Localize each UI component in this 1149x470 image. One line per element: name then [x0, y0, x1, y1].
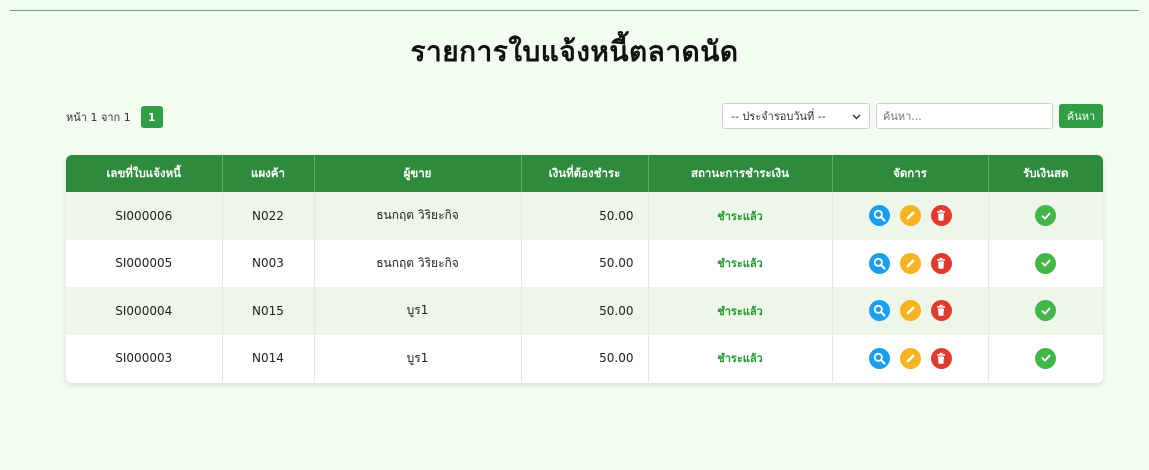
- manage-actions: [832, 192, 989, 240]
- check-icon[interactable]: [1035, 205, 1057, 227]
- chevron-down-icon: [852, 110, 861, 123]
- payment-status: ชำระแล้ว: [648, 239, 833, 287]
- trash-icon[interactable]: [930, 300, 952, 322]
- page-title: รายการใบแจ้งหนี้ตลาดนัด: [410, 35, 739, 68]
- header-invoice-no: เลขที่ใบแจ้งหนี้: [66, 155, 223, 192]
- stall: N014: [222, 334, 315, 382]
- table-header-row: เลขที่ใบแจ้งหนี้ แผงค้า ผู้ขาย เงินที่ต้…: [66, 155, 1103, 192]
- header-payment-status: สถานะการชำระเงิน: [648, 155, 833, 192]
- table-row: SI000003 N014 บูร1 50.00 ชำระแล้ว: [66, 334, 1103, 383]
- invoice-table: เลขที่ใบแจ้งหนี้ แผงค้า ผู้ขาย เงินที่ต้…: [66, 155, 1103, 383]
- check-icon[interactable]: [1035, 347, 1057, 369]
- stall: N015: [222, 287, 315, 335]
- payment-status: ชำระแล้ว: [648, 192, 833, 240]
- amount: 50.00: [521, 239, 649, 287]
- cash-action: [988, 192, 1103, 240]
- date-round-select-value: -- ประจำรอบวันที่ --: [731, 110, 826, 123]
- amount: 50.00: [521, 192, 649, 240]
- stall: N022: [222, 192, 315, 240]
- search-icon[interactable]: [868, 205, 890, 227]
- date-round-select[interactable]: -- ประจำรอบวันที่ --: [722, 103, 870, 129]
- pencil-icon[interactable]: [899, 300, 921, 322]
- search-icon[interactable]: [868, 347, 890, 369]
- pencil-icon[interactable]: [899, 205, 921, 227]
- manage-actions: [832, 287, 989, 335]
- amount: 50.00: [521, 334, 649, 382]
- pagination-text: หน้า 1 จาก 1: [66, 111, 131, 124]
- cash-action: [988, 287, 1103, 335]
- payment-status: ชำระแล้ว: [648, 334, 833, 382]
- seller: ธนกฤต วิริยะกิจ: [314, 192, 522, 240]
- table-row: SI000006 N022 ธนกฤต วิริยะกิจ 50.00 ชำระ…: [66, 192, 1103, 240]
- header-amount: เงินที่ต้องชำระ: [521, 155, 649, 192]
- manage-actions: [832, 239, 989, 287]
- trash-icon[interactable]: [930, 252, 952, 274]
- check-icon[interactable]: [1035, 252, 1057, 274]
- cash-action: [988, 335, 1103, 383]
- stall: N003: [222, 239, 315, 287]
- pencil-icon[interactable]: [899, 347, 921, 369]
- top-divider: [10, 10, 1139, 11]
- header-seller: ผู้ขาย: [314, 155, 522, 192]
- table-row: SI000004 N015 บูร1 50.00 ชำระแล้ว: [66, 287, 1103, 335]
- seller: บูร1: [314, 334, 522, 382]
- header-cash: รับเงินสด: [1023, 165, 1069, 180]
- search-icon[interactable]: [868, 252, 890, 274]
- invoice-no: SI000003: [66, 334, 223, 382]
- check-icon[interactable]: [1035, 300, 1057, 322]
- search-button[interactable]: ค้นหา: [1059, 104, 1103, 128]
- search-icon[interactable]: [868, 300, 890, 322]
- pencil-icon[interactable]: [899, 252, 921, 274]
- trash-icon[interactable]: [930, 347, 952, 369]
- manage-actions: [832, 334, 989, 382]
- payment-status: ชำระแล้ว: [648, 287, 833, 335]
- header-stall: แผงค้า: [222, 155, 315, 192]
- header-manage: จัดการ: [832, 155, 989, 192]
- trash-icon[interactable]: [930, 205, 952, 227]
- search-input[interactable]: [876, 103, 1053, 129]
- seller: ธนกฤต วิริยะกิจ: [314, 239, 522, 287]
- seller: บูร1: [314, 287, 522, 335]
- table-row: SI000005 N003 ธนกฤต วิริยะกิจ 50.00 ชำระ…: [66, 239, 1103, 288]
- invoice-no: SI000006: [66, 192, 223, 240]
- invoice-no: SI000004: [66, 287, 223, 335]
- page-1-button[interactable]: 1: [140, 106, 163, 128]
- invoice-no: SI000005: [66, 239, 223, 287]
- pagination: หน้า 1 จาก 1 1: [66, 106, 163, 128]
- cash-action: [988, 240, 1103, 288]
- amount: 50.00: [521, 287, 649, 335]
